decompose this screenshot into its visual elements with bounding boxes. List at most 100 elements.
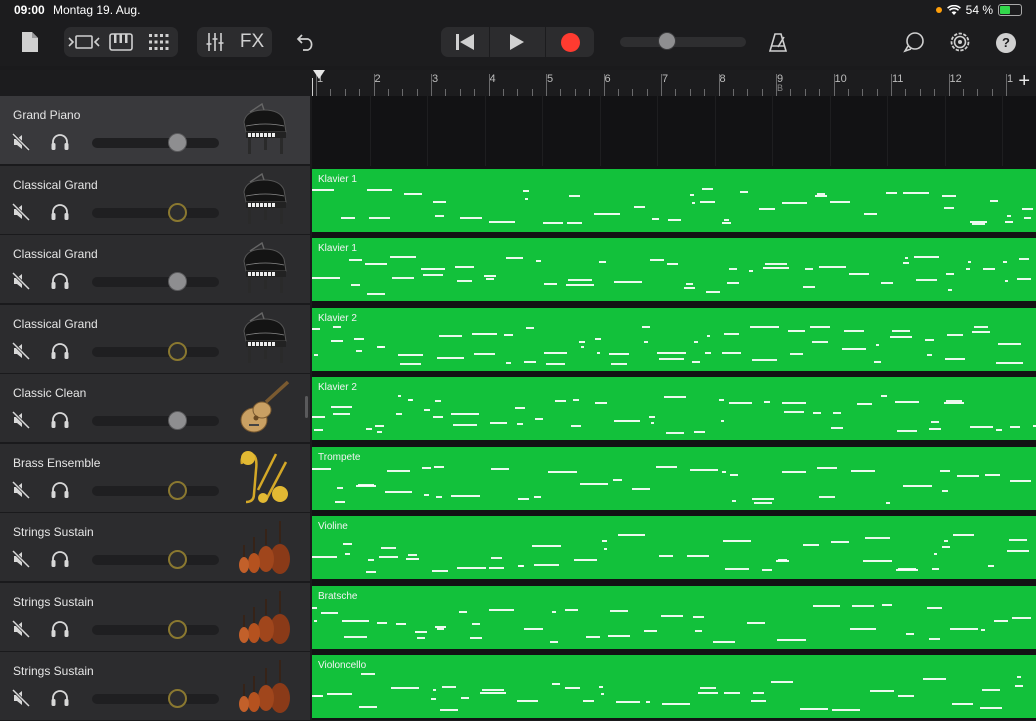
ruler-tick: [776, 74, 777, 96]
track-volume-slider[interactable]: [92, 346, 219, 357]
solo-button[interactable]: [50, 411, 70, 429]
bar-number: 5: [547, 73, 554, 85]
bar-number: 3: [432, 73, 439, 85]
master-volume-slider[interactable]: [620, 37, 746, 47]
metronome-button[interactable]: [766, 30, 790, 54]
midi-region[interactable]: Bratsche: [312, 585, 1036, 649]
track-volume-knob[interactable]: [168, 133, 187, 152]
midi-region[interactable]: Violoncello: [312, 655, 1036, 718]
mute-button[interactable]: [11, 341, 31, 360]
ruler-tick: [574, 89, 576, 96]
track-volume-slider[interactable]: [92, 416, 219, 426]
add-section-button[interactable]: +: [1018, 70, 1030, 93]
track-volume-slider[interactable]: [92, 207, 219, 218]
mute-button[interactable]: [11, 410, 31, 430]
ruler-tick: [790, 89, 792, 96]
track-header-6[interactable]: Brass Ensemble: [0, 443, 310, 513]
track-header-9[interactable]: Strings Sustain: [0, 652, 310, 721]
mixer-button[interactable]: [199, 27, 231, 57]
midi-region[interactable]: Klavier 1: [312, 168, 1036, 232]
track-header-8[interactable]: Strings Sustain: [0, 582, 310, 652]
undo-button[interactable]: [294, 30, 318, 54]
solo-button[interactable]: [50, 620, 70, 638]
track-volume-knob[interactable]: [168, 341, 187, 361]
track-header-7[interactable]: Strings Sustain: [0, 513, 310, 582]
track-volume-knob[interactable]: [168, 202, 187, 222]
bar-gridline: [657, 96, 658, 166]
midi-notes: [312, 187, 1033, 225]
mute-button[interactable]: [11, 202, 31, 221]
solo-button[interactable]: [50, 689, 70, 707]
track-header-2[interactable]: Classical Grand: [0, 165, 310, 235]
mute-button[interactable]: [11, 619, 31, 638]
track-volume-slider[interactable]: [92, 277, 219, 287]
track-volume-slider[interactable]: [92, 138, 219, 148]
controls-group: FX: [197, 27, 272, 57]
midi-region[interactable]: Klavier 1: [312, 238, 1036, 301]
track-header-4[interactable]: Classical Grand: [0, 304, 310, 374]
track-volume-knob[interactable]: [168, 619, 187, 639]
mute-button[interactable]: [11, 688, 31, 708]
loop-browser-button[interactable]: [901, 30, 927, 54]
solo-button[interactable]: [50, 550, 70, 568]
timeline-ruler[interactable]: B + 1 2 3 4 5 6 7 8 9 10 11 12 1: [312, 70, 1036, 96]
live-loops-button[interactable]: [142, 27, 176, 57]
settings-button[interactable]: [947, 29, 973, 55]
track-volume-slider[interactable]: [92, 624, 219, 635]
bar-gridline: [484, 96, 486, 166]
track-lanes[interactable]: Klavier 1 Klavier 1 Klavier 2 Klavier 2 Trom…: [312, 96, 1036, 720]
tracks-view-button[interactable]: [66, 27, 102, 57]
track-name: Classical Grand: [13, 177, 98, 192]
master-volume-knob[interactable]: [658, 32, 676, 50]
track-volume-slider[interactable]: [92, 694, 219, 704]
solo-button[interactable]: [50, 133, 70, 151]
track-volume-slider[interactable]: [92, 485, 219, 496]
record-button[interactable]: [546, 27, 594, 57]
solo-button[interactable]: [50, 272, 70, 290]
bar-gridline: [887, 96, 888, 166]
ruler-tick: [531, 89, 533, 96]
go-to-start-icon: [455, 34, 474, 50]
mute-button[interactable]: [11, 271, 31, 291]
play-button[interactable]: [490, 27, 544, 57]
midi-region[interactable]: Klavier 2: [312, 377, 1036, 440]
bar-gridline: [427, 96, 428, 166]
solo-button[interactable]: [50, 342, 70, 360]
track-header-resize-handle[interactable]: [305, 396, 308, 418]
playhead[interactable]: [313, 70, 325, 79]
keyboard-button[interactable]: [104, 27, 138, 57]
track-volume-knob[interactable]: [168, 689, 187, 708]
mute-button[interactable]: [11, 480, 31, 499]
help-button[interactable]: ?: [995, 32, 1017, 54]
track-volume-slider[interactable]: [92, 555, 219, 565]
mute-button[interactable]: [11, 549, 31, 569]
view-group: [64, 27, 178, 57]
track-volume-knob[interactable]: [168, 480, 187, 500]
tracks-view-icon: [68, 35, 100, 49]
ruler-tick: [675, 89, 677, 96]
track-header-5[interactable]: Classic Clean: [0, 374, 310, 443]
track-volume-knob[interactable]: [168, 411, 187, 430]
solo-button[interactable]: [50, 481, 70, 499]
speaker-muted-icon: [11, 341, 31, 360]
midi-region[interactable]: Trompete: [312, 446, 1036, 510]
headphones-icon: [51, 342, 69, 359]
track-header-3[interactable]: Classical Grand: [0, 235, 310, 304]
track-name: Classical Grand: [13, 247, 98, 261]
mute-button[interactable]: [11, 132, 31, 152]
track-volume-knob[interactable]: [168, 272, 187, 291]
solo-button[interactable]: [50, 203, 70, 221]
ruler-tick: [948, 74, 950, 96]
midi-region[interactable]: Klavier 2: [312, 307, 1036, 371]
speaker-muted-icon: [11, 410, 31, 430]
my-songs-button[interactable]: [18, 29, 42, 55]
go-to-start-button[interactable]: [441, 27, 488, 57]
fx-button[interactable]: FX: [235, 27, 269, 57]
track-volume-knob[interactable]: [168, 550, 187, 569]
midi-region[interactable]: Violine: [312, 516, 1036, 579]
battery-percent: 54 %: [965, 3, 993, 17]
track-headers: Grand Piano Classical Grand Classical Gr…: [0, 96, 310, 721]
track-header-1[interactable]: Grand Piano: [0, 96, 310, 165]
ruler-tick: [560, 89, 562, 96]
undo-icon: [296, 34, 313, 51]
